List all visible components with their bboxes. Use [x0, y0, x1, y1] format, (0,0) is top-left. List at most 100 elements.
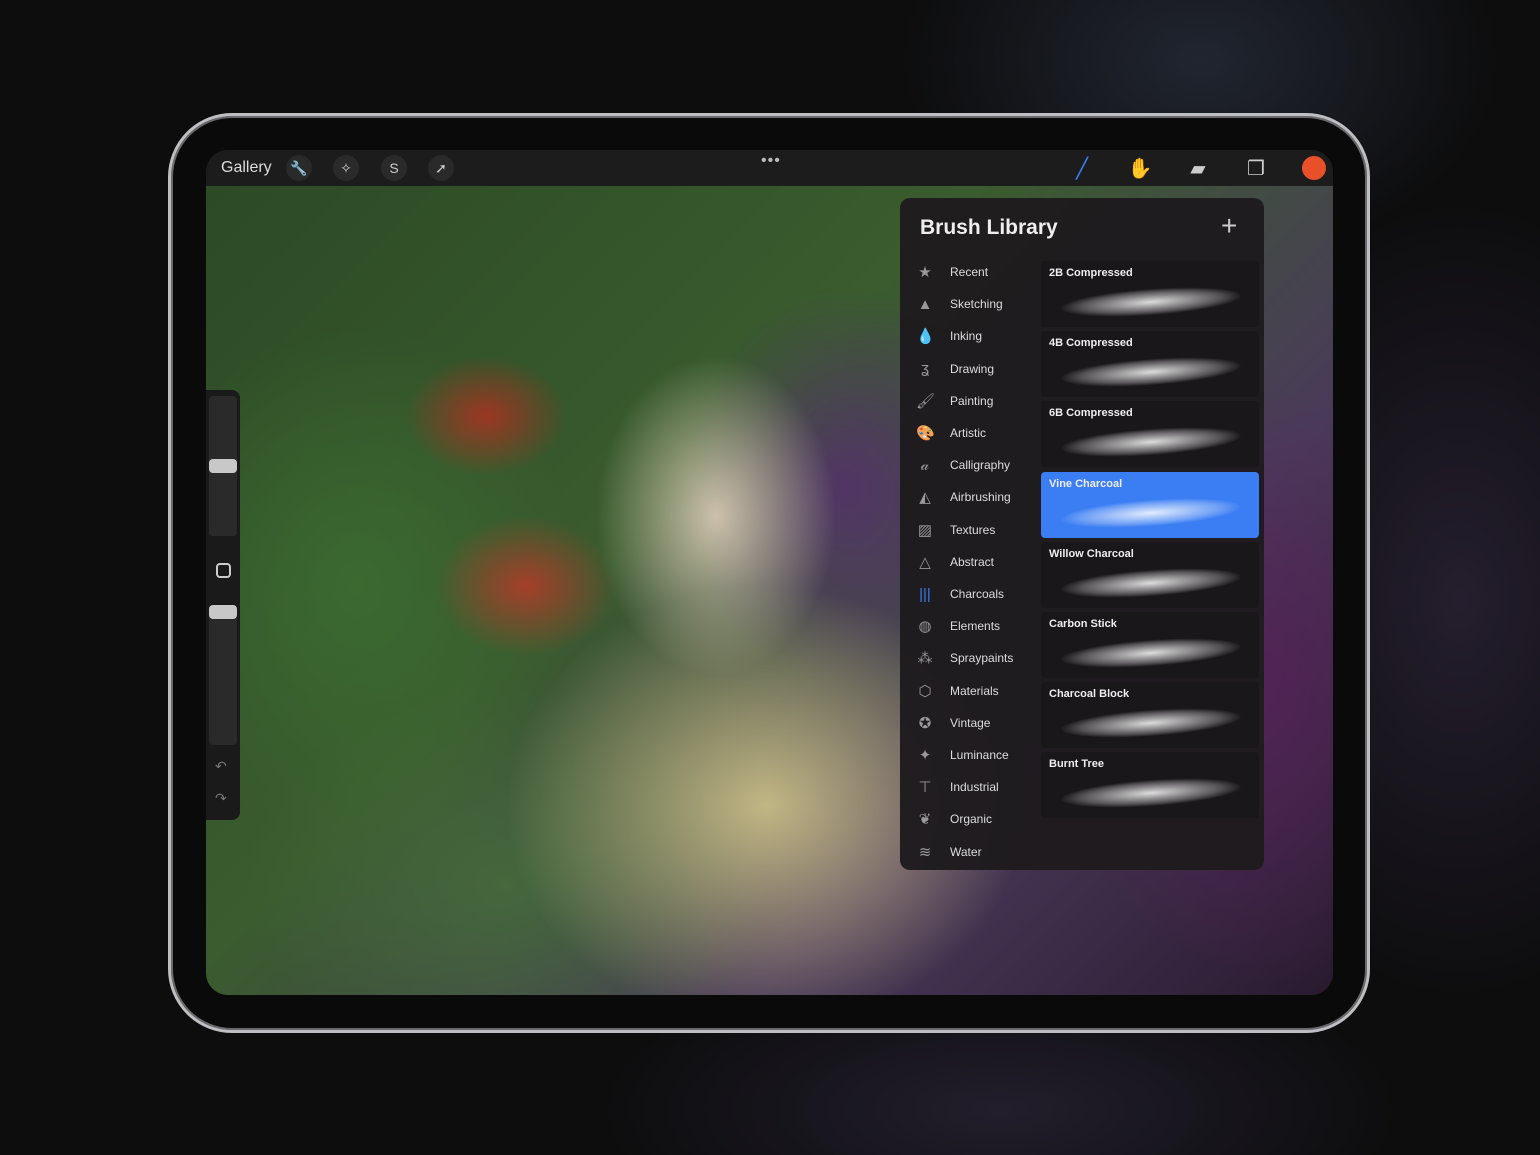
more-icon[interactable]: •••: [761, 152, 781, 170]
redo-icon[interactable]: ↷: [215, 790, 227, 807]
artistic-icon: 🎨: [916, 425, 935, 442]
brush-item[interactable]: Burnt Tree: [1041, 752, 1259, 819]
gallery-button[interactable]: Gallery: [221, 159, 272, 177]
inking-icon: 💧: [916, 328, 935, 346]
category-recent[interactable]: ★ Recent: [916, 258, 988, 286]
category-label: Drawing: [950, 361, 995, 376]
modify-button[interactable]: [216, 563, 231, 578]
category-inking[interactable]: 💧 Inking: [916, 322, 982, 350]
brush-stroke-preview: [1060, 703, 1242, 743]
brush-stroke-preview: [1060, 282, 1242, 322]
category-label: Industrial: [950, 780, 999, 795]
smudge-icon[interactable]: ✋: [1128, 156, 1153, 180]
category-label: Charcoals: [950, 587, 1005, 601]
brush-name: Charcoal Block: [1049, 688, 1130, 701]
eraser-icon[interactable]: ▰: [1186, 156, 1210, 180]
textures-icon: ▨: [917, 521, 933, 539]
brush-stroke-preview: [1060, 563, 1242, 603]
vintage-icon: ✪: [918, 714, 932, 732]
add-brush-button[interactable]: +: [1221, 210, 1237, 242]
brush-stroke-preview: [1060, 423, 1242, 462]
brush-item[interactable]: Vine Charcoal: [1041, 471, 1259, 538]
brush-size-thumb[interactable]: [209, 459, 237, 473]
brush-name: Carbon Stick: [1049, 618, 1117, 630]
calligraphy-icon: 𝒶: [920, 456, 930, 474]
category-industrial[interactable]: ⊤ Industrial: [916, 773, 999, 801]
brush-library-panel: Brush Library + ★ Recent ▲ Sketching 💧 Inking…: [900, 198, 1264, 870]
opacity-thumb[interactable]: [209, 605, 237, 619]
category-textures[interactable]: ▨ Textures: [916, 516, 995, 544]
undo-icon[interactable]: ↶: [215, 758, 227, 775]
category-airbrushing[interactable]: ◭ Airbrushing: [916, 483, 1011, 511]
category-artistic[interactable]: 🎨 Artistic: [916, 419, 986, 447]
brush-item[interactable]: 4B Compressed: [1041, 331, 1259, 398]
category-charcoals[interactable]: ||| Charcoals: [916, 580, 1004, 608]
category-label: Airbrushing: [950, 490, 1011, 505]
brush-stroke-preview: [1060, 774, 1242, 813]
industrial-icon: ⊤: [918, 779, 932, 797]
brush-name: Burnt Tree: [1049, 758, 1105, 771]
brush-item[interactable]: 2B Compressed: [1041, 261, 1259, 327]
brush-name: Willow Charcoal: [1049, 547, 1134, 560]
materials-icon: ⬡: [918, 682, 932, 700]
sketching-icon: ▲: [917, 295, 933, 313]
recent-icon: ★: [918, 264, 932, 281]
category-spraypaints[interactable]: ⁂ Spraypaints: [916, 644, 1014, 672]
painting-icon: 🖌: [916, 392, 936, 410]
category-abstract[interactable]: △ Abstract: [916, 548, 994, 576]
transform-arrow-icon[interactable]: ➚: [428, 155, 454, 181]
layers-icon[interactable]: ❐: [1244, 156, 1268, 180]
airbrushing-icon: ◭: [919, 489, 931, 507]
left-sidebar: ↶ ↷: [206, 390, 240, 820]
luminance-icon: ✦: [918, 747, 932, 764]
category-calligraphy[interactable]: 𝒶 Calligraphy: [916, 451, 1010, 479]
category-painting[interactable]: 🖌 Painting: [916, 387, 993, 415]
brush-name: 6B Compressed: [1049, 407, 1133, 420]
category-drawing[interactable]: ʓ Drawing: [916, 355, 994, 383]
category-label: Textures: [950, 522, 996, 537]
category-materials[interactable]: ⬡ Materials: [916, 677, 999, 705]
category-label: Organic: [950, 812, 993, 827]
brush-item[interactable]: Willow Charcoal: [1041, 541, 1259, 608]
category-label: Luminance: [950, 748, 1009, 762]
brush-item[interactable]: Charcoal Block: [1041, 682, 1259, 749]
wrench-icon[interactable]: 🔧: [286, 155, 312, 181]
category-label: Water: [950, 844, 982, 859]
elements-icon: ◍: [918, 618, 932, 636]
category-label: Spraypaints: [950, 651, 1014, 666]
category-water[interactable]: ≋ Water: [916, 838, 982, 866]
category-label: Calligraphy: [950, 458, 1011, 473]
category-label: Painting: [950, 393, 994, 408]
category-organic[interactable]: ❦ Organic: [916, 805, 992, 833]
category-label: Vintage: [950, 715, 991, 730]
color-picker-button[interactable]: [1302, 156, 1326, 180]
brush-stroke-preview: [1060, 352, 1242, 392]
brush-item[interactable]: 6B Compressed: [1041, 401, 1259, 468]
category-label: Inking: [950, 329, 983, 344]
top-toolbar: Gallery 🔧 ✧ S ➚ ••• ╱ ✋ ▰ ❐: [206, 150, 1333, 186]
brush-name: 2B Compressed: [1049, 267, 1133, 279]
water-icon: ≋: [918, 843, 932, 861]
charcoals-icon: |||: [919, 585, 931, 603]
drawing-icon: ʓ: [920, 360, 930, 378]
category-label: Recent: [950, 265, 989, 279]
category-luminance[interactable]: ✦ Luminance: [916, 741, 1009, 769]
category-sketching[interactable]: ▲ Sketching: [916, 290, 1003, 318]
brush-stroke-preview: [1060, 633, 1242, 673]
category-label: Materials: [950, 683, 999, 698]
brush-name: 4B Compressed: [1049, 337, 1133, 350]
category-label: Artistic: [950, 426, 986, 440]
brush-item[interactable]: Carbon Stick: [1041, 612, 1259, 678]
brush-stroke-preview: [1060, 493, 1242, 532]
abstract-icon: △: [919, 553, 931, 571]
brush-icon[interactable]: ╱: [1070, 156, 1094, 180]
category-elements[interactable]: ◍ Elements: [916, 612, 1000, 640]
magic-wand-icon[interactable]: ✧: [333, 155, 359, 181]
opacity-slider[interactable]: [209, 605, 237, 745]
brush-name: Vine Charcoal: [1049, 477, 1123, 490]
category-label: Sketching: [950, 297, 1003, 312]
selection-icon[interactable]: S: [381, 155, 407, 181]
category-label: Abstract: [950, 554, 995, 569]
category-vintage[interactable]: ✪ Vintage: [916, 709, 991, 737]
spraypaints-icon: ⁂: [917, 650, 933, 668]
